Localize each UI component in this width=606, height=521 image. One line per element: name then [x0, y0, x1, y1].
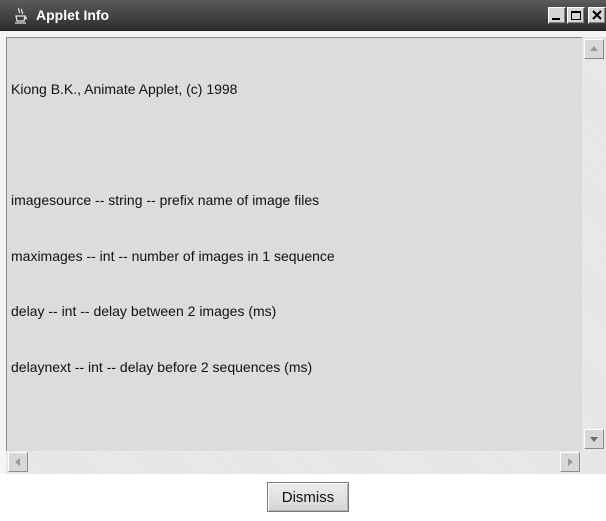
title-bar[interactable]: Applet Info [0, 0, 606, 31]
info-line: imagesource -- string -- prefix name of … [11, 192, 320, 208]
horizontal-scrollbar[interactable] [6, 451, 582, 474]
info-line [11, 136, 581, 155]
scrollbar-corner [582, 451, 606, 474]
info-line: Kiong B.K., Animate Applet, (c) 1998 [11, 81, 238, 97]
info-text-area[interactable]: Kiong B.K., Animate Applet, (c) 1998 ima… [6, 37, 606, 474]
info-line: delay -- int -- delay between 2 images (… [11, 303, 277, 319]
vertical-scrollbar[interactable] [582, 37, 606, 451]
applet-info-window: Applet Info Kiong B.K., Animate Applet, … [0, 0, 606, 521]
close-button[interactable] [588, 7, 606, 24]
info-line: delaynext -- int -- delay before 2 seque… [11, 358, 313, 375]
scroll-down-button[interactable] [584, 429, 604, 449]
java-cup-icon [14, 7, 28, 25]
button-panel: Dismiss [0, 474, 606, 521]
window-title: Applet Info [36, 7, 110, 23]
maximize-button[interactable] [567, 7, 585, 24]
info-text: Kiong B.K., Animate Applet, (c) 1998 ima… [11, 43, 581, 413]
info-line: maximages -- int -- number of images in … [11, 247, 335, 264]
scroll-left-button[interactable] [8, 452, 28, 472]
minimize-button[interactable] [548, 7, 566, 24]
scroll-up-button[interactable] [584, 39, 604, 59]
scroll-right-button[interactable] [560, 452, 580, 472]
dismiss-button[interactable]: Dismiss [267, 482, 349, 512]
